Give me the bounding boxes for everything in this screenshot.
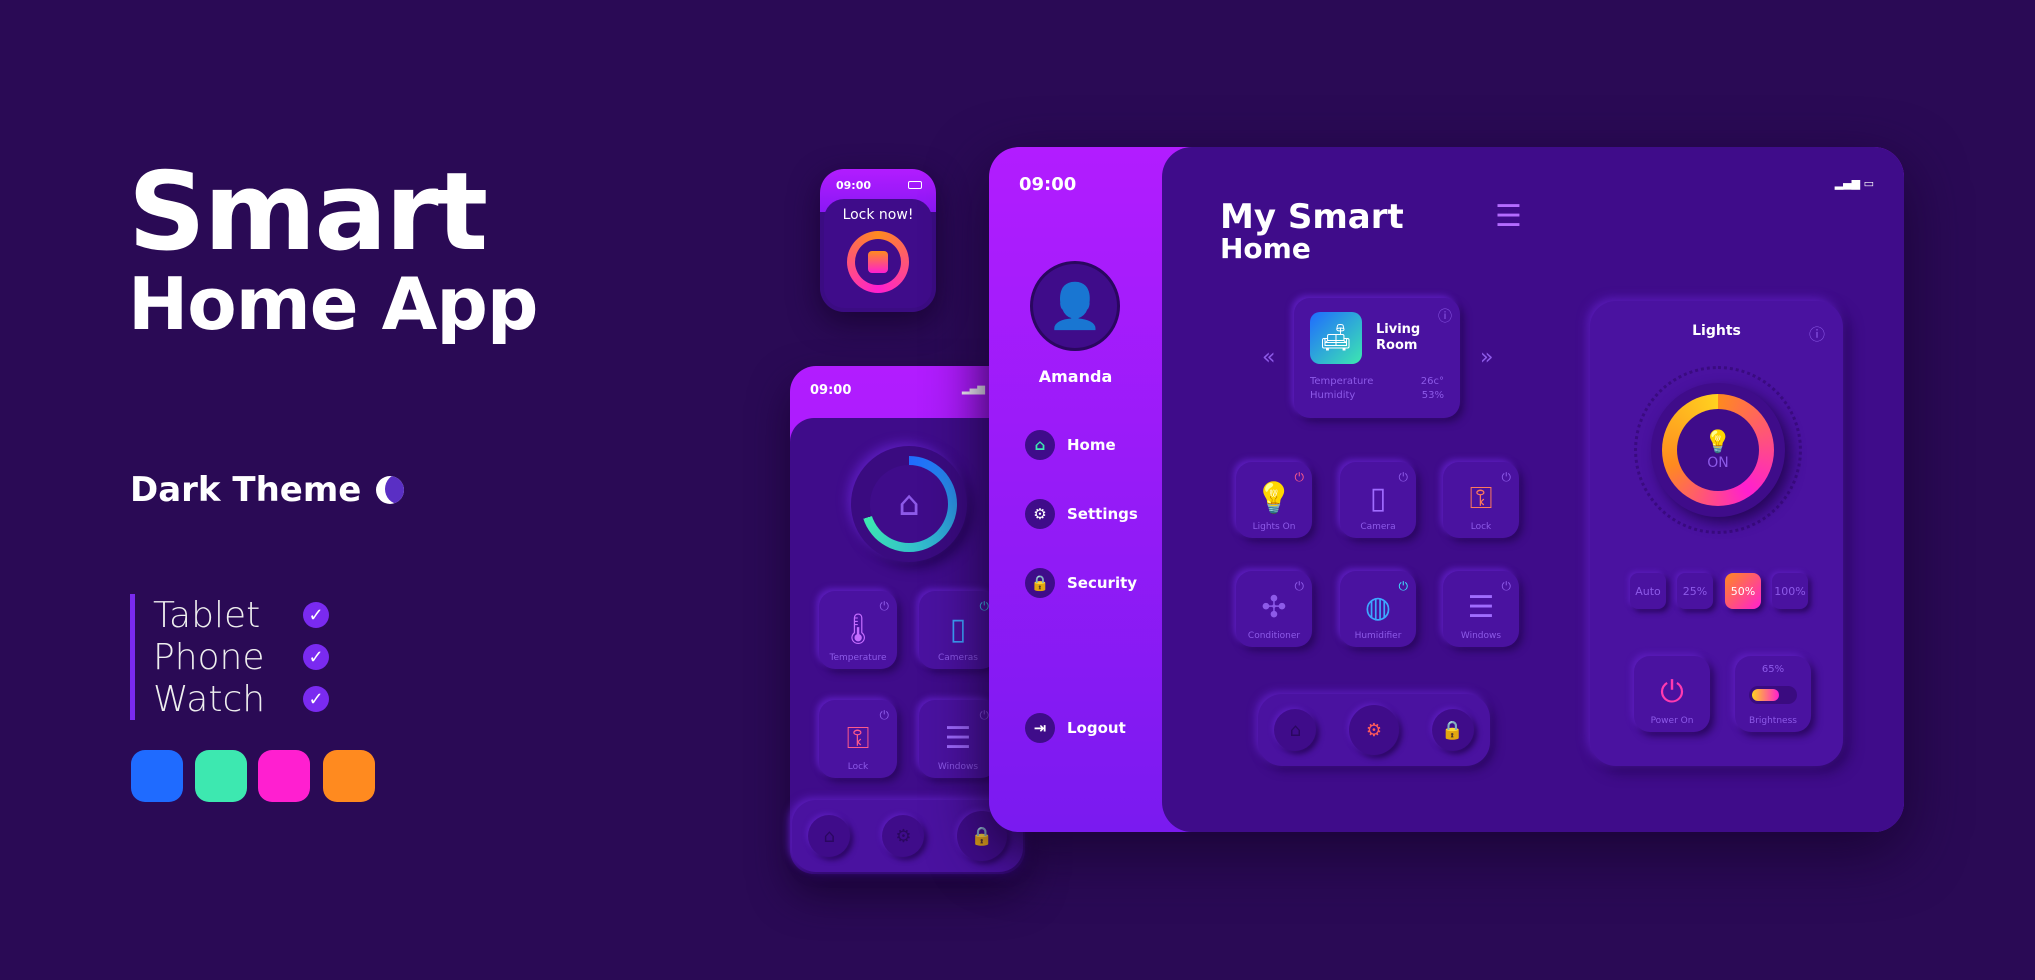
menu-logout[interactable]: ⇥ Logout	[1025, 713, 1126, 743]
blinds-icon: ☰	[944, 721, 972, 756]
phone-time: 09:00	[810, 383, 852, 398]
tile-windows[interactable]: ⏻ ☰ Windows	[1443, 571, 1519, 647]
tablet-time: 09:00	[1019, 174, 1077, 195]
blinds-icon: ☰	[1467, 590, 1495, 625]
swatch-green	[195, 750, 247, 802]
power-icon[interactable]: ⏻	[1399, 579, 1409, 594]
lock-icon	[868, 251, 888, 273]
check-icon: ✓	[303, 644, 329, 670]
power-icon[interactable]: ⏻	[1502, 579, 1512, 594]
light-dial[interactable]: 💡 ON	[1634, 366, 1802, 534]
tile-temperature[interactable]: ⏻ 🌡 Temperature	[819, 591, 897, 669]
settings-nav-button[interactable]: ⚙	[882, 815, 925, 857]
power-on-button[interactable]: ⏻ Power On	[1634, 656, 1710, 732]
tablet-bottom-nav: ⌂ ⚙ 🔒	[1258, 694, 1490, 766]
mode-auto[interactable]: Auto	[1630, 573, 1666, 609]
humidifier-icon: ◍	[1364, 590, 1392, 625]
device-tablet: Tablet	[153, 594, 261, 636]
lights-title: Lights	[1692, 323, 1741, 339]
tablet-main: ▂▄▆ ▭ My Smart Home ☰ « » ⓘ 🛋 Living Room …	[1162, 147, 1904, 832]
mode-50[interactable]: 50%	[1725, 573, 1761, 609]
status-icons: ▂▄▆ ▭	[1834, 177, 1874, 190]
page-title: My Smart Home	[1220, 197, 1404, 265]
light-state: ON	[1707, 454, 1729, 471]
camera-icon: ▯	[1369, 481, 1387, 516]
tile-lock[interactable]: ⏻ ⚿ Lock	[1443, 462, 1519, 538]
security-nav-button[interactable]: 🔒	[1431, 709, 1474, 751]
tile-lock[interactable]: ⏻ ⚿ Lock	[819, 700, 897, 778]
home-status-ring: ⌂	[851, 446, 967, 562]
check-icon: ✓	[303, 686, 329, 712]
power-icon[interactable]: ⏻	[880, 599, 890, 614]
swatch-orange	[323, 750, 375, 802]
user-name: Amanda	[1038, 367, 1113, 386]
swatch-blue	[131, 750, 183, 802]
door-lock-icon: ⚿	[1469, 481, 1493, 516]
device-list: Tablet ✓ Phone ✓ Watch ✓	[130, 594, 329, 720]
logout-icon: ⇥	[1025, 713, 1055, 743]
lock-prompt: Lock now!	[842, 207, 914, 223]
signal-icon: ▂▄▆	[961, 384, 985, 395]
watch-screen: 09:00 Lock now!	[820, 169, 936, 312]
house-icon: ⌂	[870, 465, 948, 543]
promo-subtitle: Home App	[128, 262, 538, 346]
brightness-control[interactable]: 65% Brightness	[1735, 656, 1811, 732]
fan-icon: ✣	[1261, 590, 1287, 625]
lock-now-button[interactable]	[847, 231, 909, 293]
bulb-icon: 💡	[1704, 429, 1732, 455]
info-icon[interactable]: ⓘ	[1809, 321, 1825, 345]
tile-humidifier[interactable]: ⏻ ◍ Humidifier	[1340, 571, 1416, 647]
menu-security[interactable]: 🔒 Security	[1025, 568, 1137, 598]
moon-icon	[376, 476, 404, 504]
thermometer-icon: 🌡	[838, 612, 878, 647]
theme-label: Dark Theme	[130, 470, 362, 510]
device-watch: Watch	[153, 678, 266, 720]
power-icon[interactable]: ⏻	[1295, 579, 1305, 594]
hamburger-menu-icon[interactable]: ☰	[1495, 199, 1522, 234]
device-phone: Phone	[153, 636, 265, 678]
next-room-button[interactable]: »	[1480, 345, 1493, 370]
power-icon[interactable]: ⏻	[980, 708, 990, 723]
prev-room-button[interactable]: «	[1262, 345, 1275, 370]
power-icon[interactable]: ⏻	[880, 708, 890, 723]
tile-camera[interactable]: ⏻ ▯ Camera	[1340, 462, 1416, 538]
armchair-icon: 🛋	[1310, 312, 1362, 364]
tile-lights[interactable]: ⏻ 💡 Lights On	[1236, 462, 1312, 538]
power-icon[interactable]: ⏻	[1399, 470, 1409, 485]
power-icon: ⏻	[1660, 675, 1684, 710]
brightness-slider[interactable]	[1749, 686, 1797, 704]
swatch-pink	[258, 750, 310, 802]
tile-cameras[interactable]: ⏻ ▯ Cameras	[919, 591, 997, 669]
info-icon[interactable]: ⓘ	[1438, 306, 1452, 326]
room-card[interactable]: ⓘ 🛋 Living Room Temperature 26c° Humidity 5…	[1294, 298, 1460, 418]
lock-icon: 🔒	[1025, 568, 1055, 598]
avatar[interactable]: 👤	[1030, 261, 1120, 351]
home-icon: ⌂	[1025, 430, 1055, 460]
tile-conditioner[interactable]: ⏻ ✣ Conditioner	[1236, 571, 1312, 647]
mode-100[interactable]: 100%	[1772, 573, 1808, 609]
mode-25[interactable]: 25%	[1677, 573, 1713, 609]
home-nav-button[interactable]: ⌂	[808, 815, 851, 857]
lights-panel: Lights ⓘ 💡 ON Auto 25% 50% 100% ⏻ Power O…	[1590, 301, 1843, 766]
menu-settings[interactable]: ⚙ Settings	[1025, 499, 1138, 529]
tablet-screen: 09:00 👤 Amanda ⌂ Home ⚙ Settings 🔒 Security…	[989, 147, 1904, 832]
power-icon[interactable]: ⏻	[980, 599, 990, 614]
home-nav-button[interactable]: ⌂	[1274, 709, 1317, 751]
power-icon[interactable]: ⏻	[1295, 470, 1305, 485]
settings-nav-button[interactable]: ⚙	[1348, 705, 1399, 755]
power-icon[interactable]: ⏻	[1502, 470, 1512, 485]
tile-windows[interactable]: ⏻ ☰ Windows	[919, 700, 997, 778]
check-icon: ✓	[303, 602, 329, 628]
bulb-icon: 💡	[1255, 481, 1293, 516]
battery-icon	[908, 181, 922, 189]
promo-title: Smart	[128, 150, 488, 275]
watch-time: 09:00	[836, 179, 872, 192]
camera-icon: ▯	[949, 612, 967, 647]
menu-home[interactable]: ⌂ Home	[1025, 430, 1116, 460]
gear-icon: ⚙	[1025, 499, 1055, 529]
door-lock-icon: ⚿	[846, 721, 870, 756]
phone-bottom-nav: ⌂ ⚙ 🔒	[792, 800, 1023, 872]
